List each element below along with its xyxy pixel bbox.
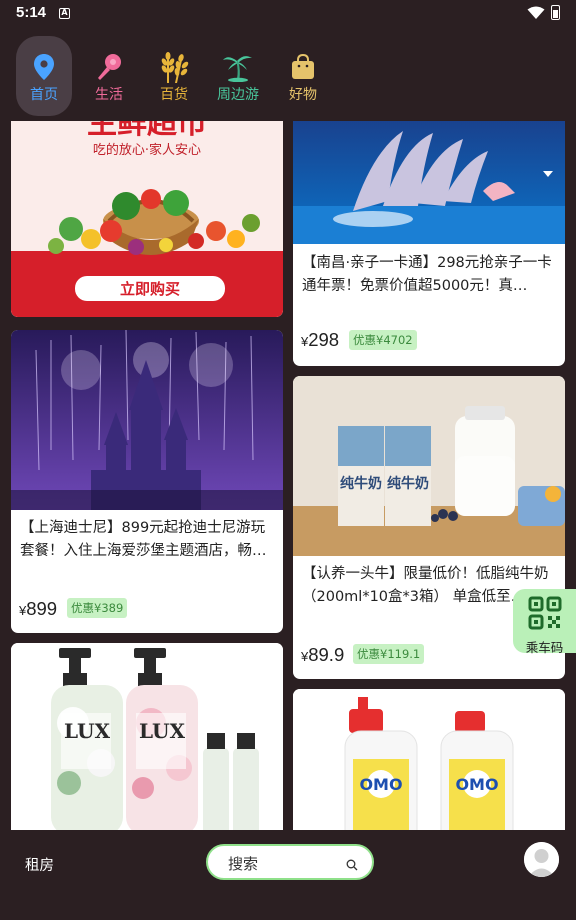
product-image: LUX LUX [11, 643, 283, 830]
shopping-bag-icon [286, 50, 320, 84]
price-value: 298 [308, 329, 340, 350]
product-card-family-pass[interactable]: 【南昌·亲子一卡通】298元抢亲子一卡通年票！免票价值超5000元！真… ¥29… [293, 121, 565, 366]
nav-item-home[interactable]: 首页 [16, 36, 72, 116]
palm-tree-icon [221, 50, 255, 84]
product-card-lux[interactable]: LUX LUX [11, 643, 283, 830]
product-card-omo[interactable]: OMO OMO [293, 689, 565, 830]
price-value: 899 [26, 598, 58, 619]
nav-label-travel: 周边游 [217, 87, 259, 103]
product-image: OMO OMO [293, 689, 565, 830]
banner-tagline: 吃的放心·家人安心 [93, 142, 201, 158]
user-avatar[interactable] [524, 842, 559, 877]
milk-label-2: 纯牛奶 [387, 475, 429, 492]
notification-a-icon: A [59, 8, 70, 19]
search-placeholder: 搜索 [228, 855, 259, 873]
product-title: 【南昌·亲子一卡通】298元抢亲子一卡通年票！免票价值超5000元！真… [302, 255, 552, 294]
product-card-disney[interactable]: 【上海迪士尼】899元起抢迪士尼游玩套餐！入住上海爱莎堡主题酒店，畅… ¥899… [11, 330, 283, 633]
qr-button-label: 乘车码 [525, 640, 564, 655]
qr-code-icon [528, 596, 562, 634]
price-value: 89.9 [308, 644, 345, 665]
battery-icon [551, 5, 560, 20]
nav-item-good-things[interactable]: 好物 [275, 36, 331, 116]
lux-brand-1: LUX [64, 719, 110, 743]
discount-badge: 优惠¥119.1 [353, 644, 425, 664]
nav-label-life: 生活 [95, 87, 123, 103]
ride-qr-code-button[interactable]: 乘车码 [513, 589, 576, 655]
product-image [11, 330, 283, 510]
product-price: ¥298 [301, 329, 339, 351]
location-pin-icon [27, 50, 61, 84]
product-image [293, 121, 565, 244]
product-price: ¥899 [19, 598, 57, 620]
nav-item-travel[interactable]: 周边游 [210, 36, 266, 116]
nav-item-goods[interactable]: 百货 [146, 36, 202, 116]
omo-brand-1: OMO [359, 775, 402, 794]
search-icon[interactable] [346, 856, 358, 875]
banner-cta: 立即购买 [120, 280, 180, 298]
rent-link[interactable]: 租房 [25, 854, 54, 875]
product-card-supermarket[interactable]: 生鲜超市 吃的放心·家人安心 立即购买 [11, 121, 283, 317]
product-image: 生鲜超市 吃的放心·家人安心 立即购买 [11, 121, 283, 317]
wheat-icon [157, 50, 191, 84]
nav-item-life[interactable]: 生活 [81, 36, 137, 116]
nav-label-good-things: 好物 [289, 87, 317, 103]
discount-badge: 优惠¥389 [67, 598, 128, 618]
omo-brand-2: OMO [455, 775, 498, 794]
milk-label-1: 纯牛奶 [340, 475, 382, 492]
banner-headline: 生鲜超市 [87, 121, 207, 141]
nav-label-home: 首页 [30, 87, 58, 103]
discount-badge: 优惠¥4702 [349, 330, 417, 350]
microphone-icon [92, 50, 126, 84]
nav-label-goods: 百货 [160, 87, 188, 103]
product-price: ¥89.9 [301, 644, 344, 666]
product-image: 纯牛奶 纯牛奶 [293, 376, 565, 556]
search-input[interactable]: 搜索 [206, 844, 374, 880]
status-time: 5:14 [16, 4, 47, 21]
product-title: 【上海迪士尼】899元起抢迪士尼游玩套餐！入住上海爱莎堡主题酒店，畅… [20, 520, 267, 559]
bottom-bar: 租房 搜索 [0, 830, 576, 920]
wifi-icon [527, 6, 545, 19]
product-feed[interactable]: 生鲜超市 吃的放心·家人安心 立即购买 【上海迪士尼】899元起抢迪士尼游玩套餐… [0, 121, 576, 830]
category-nav: 首页 生活 百货 周边游 好物 [0, 36, 576, 120]
status-bar: 5:14 A [0, 0, 576, 28]
lux-brand-2: LUX [139, 719, 185, 743]
